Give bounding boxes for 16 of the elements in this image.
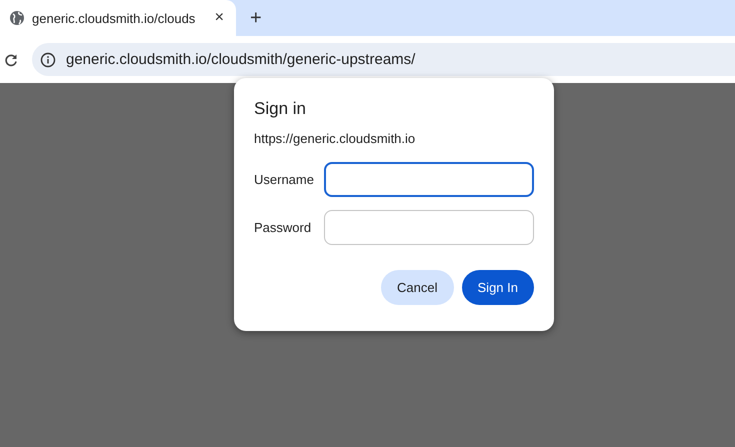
dialog-title: Sign in [254, 98, 307, 120]
address-bar[interactable]: generic.cloudsmith.io/cloudsmith/generic-upstreams/ [32, 43, 735, 76]
field-label: Username [254, 172, 315, 187]
input-field[interactable] [324, 162, 534, 197]
close-tab-button[interactable]: × [212, 9, 226, 27]
field-label: Password [254, 220, 312, 235]
globe-icon [10, 11, 24, 25]
input-field[interactable] [324, 210, 534, 245]
site-origin: https://generic.cloudsmith.io [254, 131, 416, 146]
cancel-button[interactable]: Cancel [381, 270, 454, 305]
reload-icon[interactable] [4, 52, 18, 66]
tab-title: generic.cloudsmith.io/clouds [32, 10, 196, 26]
info-icon[interactable] [40, 52, 56, 68]
browser-tab[interactable]: generic.cloudsmith.io/clouds × [0, 0, 236, 36]
new-tab-button[interactable]: + [244, 6, 268, 30]
sign-in-button[interactable]: Sign In [462, 270, 534, 305]
